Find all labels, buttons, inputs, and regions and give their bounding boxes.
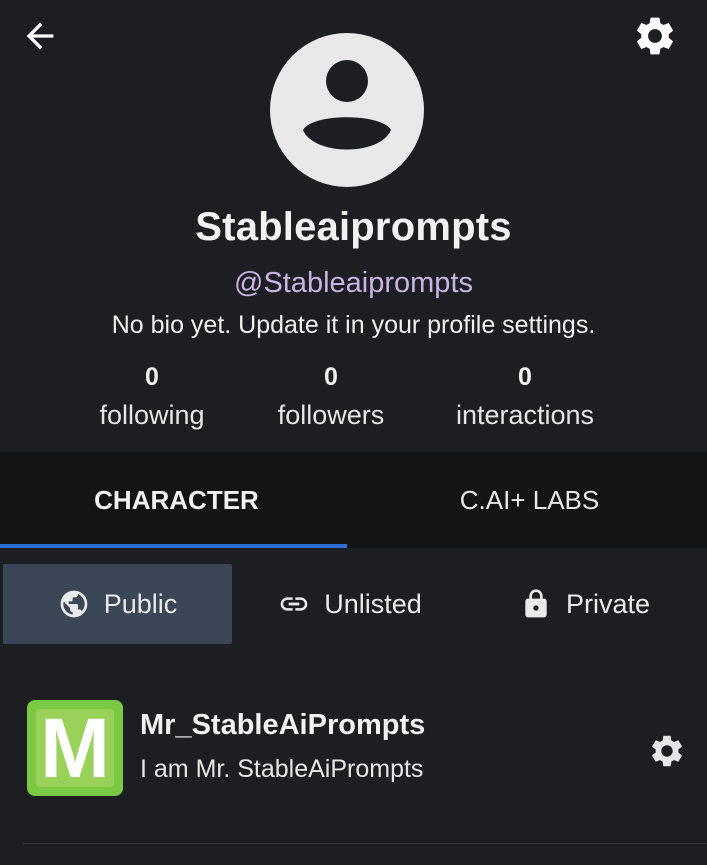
character-avatar: M: [27, 700, 123, 796]
gear-icon: [652, 735, 682, 767]
stat-followers-value: 0: [324, 363, 338, 391]
stat-interactions-label: interactions: [455, 400, 595, 430]
stat-following-label: following: [99, 400, 205, 430]
lock-icon: [525, 589, 547, 618]
globe-icon: [60, 590, 88, 618]
active-tab-indicator: [0, 544, 347, 548]
back-button[interactable]: [20, 16, 60, 56]
stat-interactions[interactable]: 0 interactions: [450, 363, 600, 431]
profile-bio: No bio yet. Update it in your profile se…: [111, 311, 596, 339]
filter-unlisted-label: Unlisted: [324, 588, 422, 619]
list-divider: [23, 843, 707, 844]
profile-handle: @Stableaiprompts: [234, 267, 473, 299]
arrow-left-icon: [26, 22, 54, 50]
character-avatar-letter: M: [36, 706, 114, 790]
profile-settings-button[interactable]: [632, 13, 678, 59]
stat-interactions-value: 0: [518, 363, 532, 391]
filter-unlisted[interactable]: Unlisted: [240, 564, 460, 644]
gear-icon: [637, 17, 673, 55]
stat-followers[interactable]: 0 followers: [272, 363, 390, 431]
stat-following[interactable]: 0 following: [94, 363, 210, 431]
character-name: Mr_StableAiPrompts: [140, 709, 426, 741]
filter-private-label: Private: [565, 588, 651, 619]
tab-character[interactable]: CHARACTER: [0, 452, 353, 548]
filter-public[interactable]: Public: [3, 564, 232, 644]
profile-name: Stableaiprompts: [195, 205, 512, 249]
profile-tabs: CHARACTER C.AI+ LABS: [0, 452, 707, 548]
character-settings-button[interactable]: [648, 732, 686, 770]
stat-following-value: 0: [145, 363, 159, 391]
character-list-item[interactable]: M Mr_StableAiPrompts I am Mr. StableAiPr…: [0, 690, 707, 810]
user-circle-icon: [270, 33, 424, 187]
tab-cai-labs[interactable]: C.AI+ LABS: [353, 452, 706, 548]
character-description: I am Mr. StableAiPrompts: [140, 755, 424, 783]
link-icon: [280, 597, 308, 611]
profile-avatar[interactable]: [270, 33, 424, 187]
stat-followers-label: followers: [277, 400, 385, 430]
filter-private[interactable]: Private: [480, 564, 690, 644]
filter-public-label: Public: [103, 588, 178, 619]
